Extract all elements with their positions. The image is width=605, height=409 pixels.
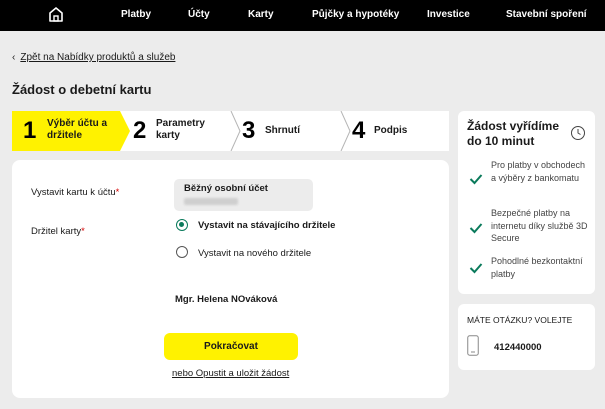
continue-button[interactable]: Pokračovat xyxy=(164,333,298,360)
step-3-number: 3 xyxy=(242,117,256,144)
step-4[interactable]: 4 Podpis xyxy=(352,111,449,151)
info-item-1: Pro platby v obchodech a výběry z bankom… xyxy=(491,160,586,183)
step-4-label: Podpis xyxy=(374,125,408,136)
nav-item-pujcky[interactable]: Půjčky a hypotéky xyxy=(312,9,399,20)
radio-new-holder-label[interactable]: Vystavit na nového držitele xyxy=(198,248,311,259)
phone-icon xyxy=(467,335,479,356)
save-and-exit-link[interactable]: nebo Opustit a uložit žádost xyxy=(172,368,289,379)
step-3[interactable]: 3 Shrnutí xyxy=(242,111,340,151)
radio-existing-holder-label[interactable]: Vystavit na stávajícího držitele xyxy=(198,220,335,231)
step-1-number: 1 xyxy=(23,117,37,144)
account-number-redacted xyxy=(184,198,238,205)
step-4-number: 4 xyxy=(352,117,366,144)
back-link[interactable]: ‹ Zpět na Nabídky produktů a služeb xyxy=(12,52,175,63)
step-separator-chevron xyxy=(230,111,241,151)
info-title: Žádost vyřídíme do 10 minut xyxy=(467,119,560,148)
info-card: Žádost vyřídíme do 10 minut Pro platby v… xyxy=(458,111,595,294)
radio-new-holder[interactable] xyxy=(176,246,188,258)
step-1[interactable]: 1 Výběr účtu a držitele xyxy=(12,111,130,151)
step-2-label-line1: Parametry xyxy=(156,118,205,129)
top-navigation: Platby Účty Karty Půjčky a hypotéky Inve… xyxy=(0,0,605,31)
holder-field-label: Držitel karty* xyxy=(31,226,85,237)
step-3-label: Shrnutí xyxy=(265,125,300,136)
page-title: Žádost o debetní kartu xyxy=(12,82,152,97)
info-item-3: Pohodlné bezkontaktní platby xyxy=(491,256,583,279)
account-field-label: Vystavit kartu k účtu* xyxy=(31,187,120,198)
form-card: Vystavit kartu k účtu* Běžný osobní účet… xyxy=(12,160,449,398)
account-name: Běžný osobní účet xyxy=(184,183,268,194)
check-icon xyxy=(469,174,483,185)
account-select[interactable]: Běžný osobní účet xyxy=(174,179,313,211)
chevron-left-icon: ‹ xyxy=(12,52,16,63)
home-icon[interactable] xyxy=(47,5,65,23)
step-1-label-line2: držitele xyxy=(47,130,83,141)
radio-existing-holder[interactable] xyxy=(176,219,188,231)
step-1-label-line1: Výběr účtu a xyxy=(47,118,108,129)
contact-title: MÁTE OTÁZKU? VOLEJTE xyxy=(467,315,573,325)
nav-item-platby[interactable]: Platby xyxy=(121,9,151,20)
holder-name: Mgr. Helena NOváková xyxy=(175,294,278,305)
nav-item-karty[interactable]: Karty xyxy=(248,9,274,20)
check-icon xyxy=(469,263,483,274)
info-item-2: Bezpečné platby na internetu díky službě… xyxy=(491,208,588,243)
nav-item-investice[interactable]: Investice xyxy=(427,9,470,20)
stepper: 1 Výběr účtu a držitele 2 Parametry kart… xyxy=(12,111,449,151)
contact-card: MÁTE OTÁZKU? VOLEJTE 412440000 xyxy=(458,304,595,370)
step-2-number: 2 xyxy=(133,117,147,144)
nav-item-stavebni-sporeni[interactable]: Stavební spoření xyxy=(506,9,587,20)
step-2[interactable]: 2 Parametry karty xyxy=(130,111,230,151)
clock-icon xyxy=(571,126,585,140)
step-separator-chevron xyxy=(340,111,351,151)
back-link-label: Zpět na Nabídky produktů a služeb xyxy=(20,52,176,63)
step-2-label-line2: karty xyxy=(156,130,180,141)
phone-number[interactable]: 412440000 xyxy=(494,342,542,353)
nav-item-ucty[interactable]: Účty xyxy=(188,9,210,20)
check-icon xyxy=(469,223,483,234)
